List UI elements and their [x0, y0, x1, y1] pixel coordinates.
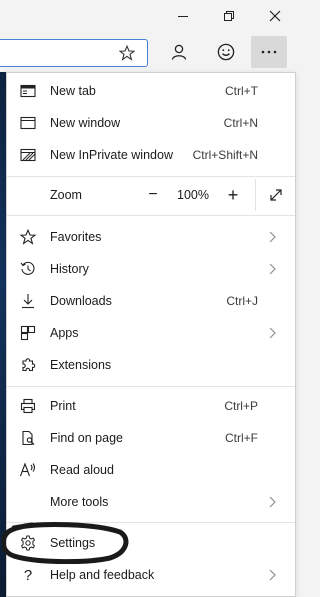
- menu-item-find-on-page[interactable]: Find on page Ctrl+F: [7, 422, 295, 454]
- close-button[interactable]: [252, 0, 298, 32]
- menu-item-label: History: [50, 262, 89, 276]
- menu-item-label: Extensions: [50, 358, 112, 372]
- menu-item-shortcut: Ctrl+N: [223, 116, 258, 130]
- apps-icon: [19, 324, 37, 342]
- chevron-right-icon: [267, 495, 277, 509]
- profile-button[interactable]: [161, 36, 197, 68]
- menu-item-label: Favorites: [50, 230, 102, 244]
- menu-separator: [7, 386, 295, 387]
- help-icon: ?: [23, 566, 33, 584]
- smiley-icon: [217, 43, 235, 61]
- inprivate-icon: [19, 146, 37, 164]
- zoom-out-button[interactable]: −: [139, 179, 167, 211]
- ellipsis-icon: [261, 50, 277, 54]
- menu-item-favorites[interactable]: Favorites: [7, 221, 295, 253]
- menu-item-more-tools[interactable]: More tools: [7, 486, 295, 518]
- menu-item-label: Apps: [50, 326, 79, 340]
- menu-item-extensions[interactable]: Extensions: [7, 349, 295, 381]
- menu-separator: [7, 522, 295, 523]
- address-bar[interactable]: [0, 39, 148, 67]
- zoom-divider: [255, 179, 256, 211]
- menu-item-settings[interactable]: Settings: [7, 527, 295, 559]
- chevron-right-icon: [267, 262, 277, 276]
- add-favorite-button[interactable]: [113, 40, 141, 66]
- menu-item-help-and-feedback[interactable]: ? Help and feedback: [7, 559, 295, 591]
- menu-item-new-window[interactable]: New window Ctrl+N: [7, 107, 295, 139]
- full-screen-icon: [270, 189, 282, 201]
- zoom-in-button[interactable]: +: [219, 179, 247, 211]
- zoom-level: 100%: [177, 188, 209, 202]
- menu-item-print[interactable]: Print Ctrl+P: [7, 390, 295, 422]
- zoom-out-icon: −: [148, 186, 158, 203]
- read-aloud-icon: [19, 461, 37, 479]
- zoom-in-icon: +: [227, 184, 239, 205]
- menu-item-shortcut: Ctrl+P: [224, 399, 258, 413]
- menu-item-label: Help and feedback: [50, 568, 155, 582]
- restore-button[interactable]: [206, 0, 252, 32]
- maximize-icon: [224, 11, 234, 21]
- menu-separator: [7, 176, 295, 177]
- chevron-right-icon: [267, 326, 277, 340]
- print-icon: [19, 397, 37, 415]
- menu-item-shortcut: Ctrl+J: [226, 294, 258, 308]
- menu-item-shortcut: Ctrl+F: [225, 431, 258, 445]
- title-bar: [0, 0, 298, 32]
- toolbar: [0, 32, 298, 72]
- menu-item-downloads[interactable]: Downloads Ctrl+J: [7, 285, 295, 317]
- menu-item-label: New window: [50, 116, 121, 130]
- menu-item-apps[interactable]: Apps: [7, 317, 295, 349]
- minimize-icon: [178, 16, 188, 17]
- menu-item-shortcut: Ctrl+T: [225, 84, 258, 98]
- minimize-button[interactable]: [160, 0, 206, 32]
- profile-icon: [171, 44, 187, 60]
- menu-item-label: Read aloud: [50, 463, 114, 477]
- menu-item-read-aloud[interactable]: Read aloud: [7, 454, 295, 486]
- zoom-label: Zoom: [50, 188, 82, 202]
- star-icon: [19, 228, 37, 246]
- full-screen-button[interactable]: [261, 179, 291, 211]
- menu-item-label: New InPrivate window: [50, 148, 173, 162]
- menu-item-label: Find on page: [50, 431, 123, 445]
- gear-icon: [19, 534, 37, 552]
- feedback-button[interactable]: [208, 36, 244, 68]
- download-icon: [19, 292, 37, 310]
- menu-separator: [7, 215, 295, 216]
- new-tab-icon: [19, 82, 37, 100]
- close-icon: [269, 10, 281, 22]
- menu-item-new-inprivate-window[interactable]: New InPrivate window Ctrl+Shift+N: [7, 139, 295, 171]
- menu-item-label: Downloads: [50, 294, 112, 308]
- find-icon: [19, 429, 37, 447]
- settings-and-more-button[interactable]: [251, 36, 287, 68]
- menu-item-label: More tools: [50, 495, 109, 509]
- menu-item-history[interactable]: History: [7, 253, 295, 285]
- menu-item-shortcut: Ctrl+Shift+N: [192, 148, 258, 162]
- star-outline-icon: [119, 45, 135, 61]
- menu-item-label: New tab: [50, 84, 96, 98]
- settings-menu: New tab Ctrl+T New window Ctrl+N New InP…: [6, 72, 296, 597]
- new-window-icon: [19, 114, 37, 132]
- history-icon: [19, 260, 37, 278]
- menu-item-new-tab[interactable]: New tab Ctrl+T: [7, 75, 295, 107]
- extensions-icon: [19, 356, 37, 374]
- chevron-right-icon: [267, 568, 277, 582]
- menu-item-label: Print: [50, 399, 76, 413]
- menu-item-label: Settings: [50, 536, 96, 550]
- menu-item-zoom: Zoom − 100% +: [7, 179, 295, 211]
- chevron-right-icon: [267, 230, 277, 244]
